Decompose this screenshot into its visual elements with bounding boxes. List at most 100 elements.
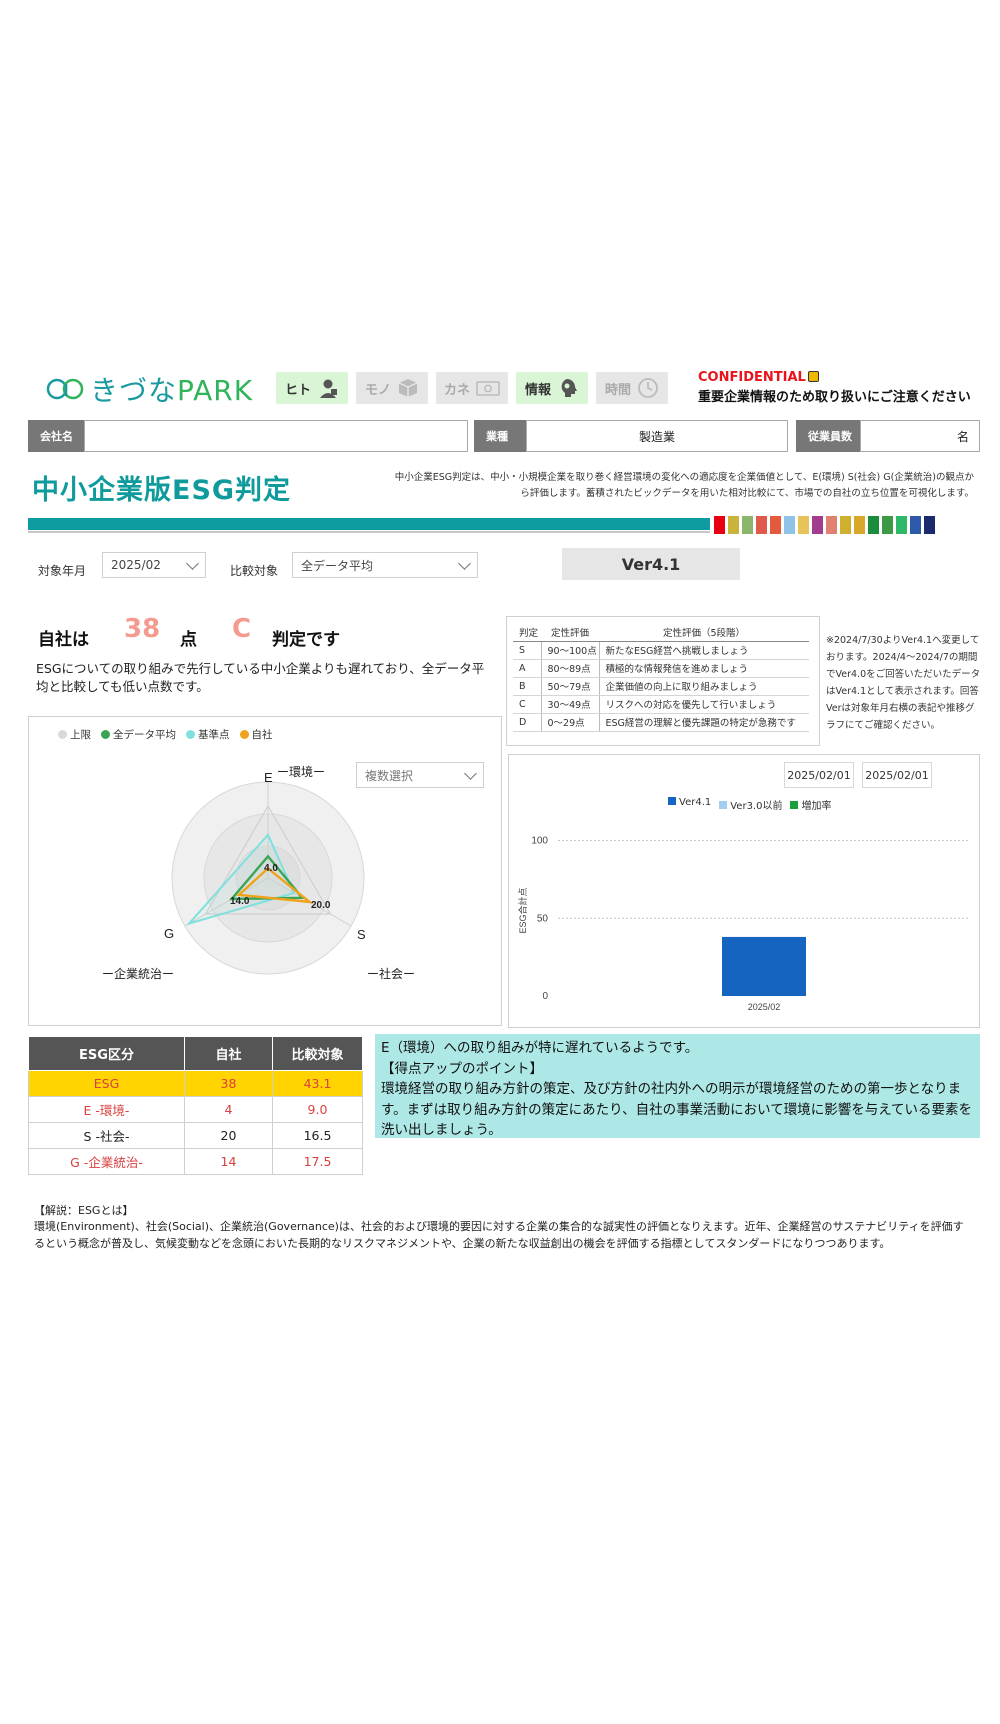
esg-cell: 14 — [184, 1148, 273, 1175]
esg-cell: 38 — [184, 1070, 273, 1097]
radar-axis-e-letter: E — [264, 770, 273, 785]
esg-compare-header: 比較対象 — [272, 1036, 363, 1071]
nav-joho-button[interactable]: 情報 — [516, 372, 588, 404]
evaluation-col-header: 定性評価（5段階） — [599, 623, 809, 642]
color-swatch — [924, 516, 935, 534]
color-swatch — [756, 516, 767, 534]
radar-value-s: 20.0 — [311, 900, 331, 911]
radar-chart: E ー環境ー S ー社会ー G ー企業統治ー 4.0 20.0 14.0 — [102, 764, 415, 981]
trend-chart-legend: Ver4.1 Ver3.0以前 増加率 — [668, 797, 831, 812]
esg-cell: 16.5 — [272, 1122, 363, 1149]
y-tick-label: 50 — [537, 913, 549, 924]
employees-label: 従業員数 — [796, 420, 860, 452]
month-select[interactable]: 2025/02 — [102, 552, 206, 578]
logo-text: きづなPARK — [90, 374, 254, 407]
nav-kane-button[interactable]: カネ — [436, 372, 508, 404]
company-field[interactable] — [84, 420, 468, 452]
clock-icon — [638, 378, 658, 398]
esg-row: ESG 38 43.1 — [28, 1070, 363, 1097]
esg-cell: 43.1 — [272, 1070, 363, 1097]
trend-legend-item[interactable]: Ver4.1 — [668, 797, 711, 812]
esg-cell: 20 — [184, 1122, 273, 1149]
grade-row: D 0～29点 ESG経営の理解と優先課題の特定が急務です — [513, 713, 809, 732]
trend-legend-item[interactable]: Ver3.0以前 — [719, 797, 782, 812]
person-icon — [320, 379, 337, 398]
compare-label: 比較対象 — [230, 564, 279, 578]
grade-cell: 企業価値の向上に取り組みましょう — [598, 677, 809, 696]
radar-axis-s-name: ー社会ー — [367, 966, 415, 981]
compare-select[interactable]: 全データ平均 — [292, 552, 478, 578]
y-tick-label: 0 — [542, 991, 548, 1002]
y-tick-label: 100 — [531, 836, 548, 847]
version-badge: Ver4.1 — [562, 548, 740, 580]
score-prefix: 自社は — [38, 630, 89, 650]
esg-category-header: ESG区分 — [28, 1036, 185, 1071]
grade-cell: B — [513, 677, 541, 696]
color-swatch — [868, 516, 879, 534]
color-swatch — [812, 516, 823, 534]
industry-field[interactable]: 製造業 — [526, 420, 788, 452]
esg-cell: 4 — [184, 1096, 273, 1123]
grade-cell: 積極的な情報発信を進めましょう — [598, 659, 809, 678]
explanation-title: 【解説：ESGとは】 — [34, 1204, 134, 1217]
title-subline — [28, 531, 710, 533]
grade-cell: 0～29点 — [540, 713, 599, 732]
color-swatch — [784, 516, 795, 534]
color-swatches — [714, 516, 935, 534]
esg-cell: 9.0 — [272, 1096, 363, 1123]
bar-ver41[interactable] — [722, 936, 806, 996]
money-icon — [476, 381, 500, 396]
advice-line-1: E（環境）への取り組みが特に遅れているようです。 — [381, 1040, 699, 1056]
logo: きづなPARK — [44, 372, 254, 407]
logo-mark-icon — [44, 377, 88, 401]
radar-axis-e-name: ー環境ー — [277, 764, 325, 779]
legend-square-icon — [719, 801, 728, 809]
score-range-col-header[interactable]: 定性評価 — [541, 623, 599, 642]
score-value: 38 — [124, 614, 161, 644]
trend-legend-label: Ver4.1 — [679, 797, 712, 808]
esg-row: G -企業統治- 14 17.5 — [28, 1148, 363, 1175]
trend-bar-chart: 0 50 100 ESG合計点 2025/02 — [517, 836, 970, 1012]
radar-value-g: 14.0 — [230, 896, 250, 907]
color-swatch — [742, 516, 753, 534]
employees-field[interactable]: 名 — [860, 420, 980, 452]
esg-cell: E -環境- — [28, 1096, 185, 1123]
grade-cell: ESG経営の理解と優先課題の特定が急務です — [598, 713, 809, 732]
esg-cell: 17.5 — [272, 1148, 363, 1175]
grade-cell: 90～100点 — [540, 641, 599, 660]
version-note: ※2024/7/30よりVer4.1へ変更しております。2024/4～2024/… — [826, 635, 981, 731]
esg-cell: G -企業統治- — [28, 1148, 185, 1175]
advice-line-3: 環境経営の取り組み方針の策定、及び方針の社内外への明示が環境経営のための第一歩と… — [381, 1081, 973, 1138]
box-icon — [398, 379, 418, 397]
radar-axis-g-name: ー企業統治ー — [102, 966, 174, 981]
date-from-input[interactable]: 2025/02/01 — [784, 762, 854, 788]
date-to-input[interactable]: 2025/02/01 — [862, 762, 932, 788]
grade-cell: C — [513, 695, 541, 714]
grade-row: C 30～49点 リスクへの対応を優先して行いましょう — [513, 695, 809, 714]
title-underline — [28, 518, 710, 530]
grade-table: 判定 定性評価 定性評価（5段階） S 90～100点 新たなESG経営へ挑戦しまし… — [506, 616, 820, 746]
advice-line-2: 【得点アップのポイント】 — [381, 1060, 543, 1077]
brain-icon — [561, 379, 577, 397]
explanation-body: 環境(Environment)、社会(Social)、企業統治(Governan… — [34, 1220, 964, 1250]
radar-value-e: 4.0 — [264, 863, 278, 874]
nav-mono-button[interactable]: モノ — [356, 372, 428, 404]
lock-icon — [807, 371, 819, 382]
nav-jikan-button[interactable]: 時間 — [596, 372, 668, 404]
grade-cell: 新たなESG経営へ挑戦しましょう — [598, 641, 809, 660]
y-axis-label: ESG合計点 — [517, 887, 528, 933]
trend-legend-item[interactable]: 増加率 — [790, 797, 831, 812]
color-swatch — [714, 516, 725, 534]
grade-cell: 50～79点 — [540, 677, 599, 696]
grade-col-header: 判定 — [513, 623, 541, 642]
nav-hito-button[interactable]: ヒト — [276, 372, 348, 404]
advice-box: E（環境）への取り組みが特に遅れているようです。 【得点アップのポイント】 環境… — [375, 1034, 980, 1138]
esg-cell: S -社会- — [28, 1122, 185, 1149]
month-label: 対象年月 — [38, 564, 87, 578]
x-tick-label: 2025/02 — [748, 1002, 781, 1012]
industry-label: 業種 — [474, 420, 526, 452]
color-swatch — [854, 516, 865, 534]
page-title: 中小企業版ESG判定 — [32, 475, 292, 506]
color-swatch — [728, 516, 739, 534]
color-swatch — [910, 516, 921, 534]
